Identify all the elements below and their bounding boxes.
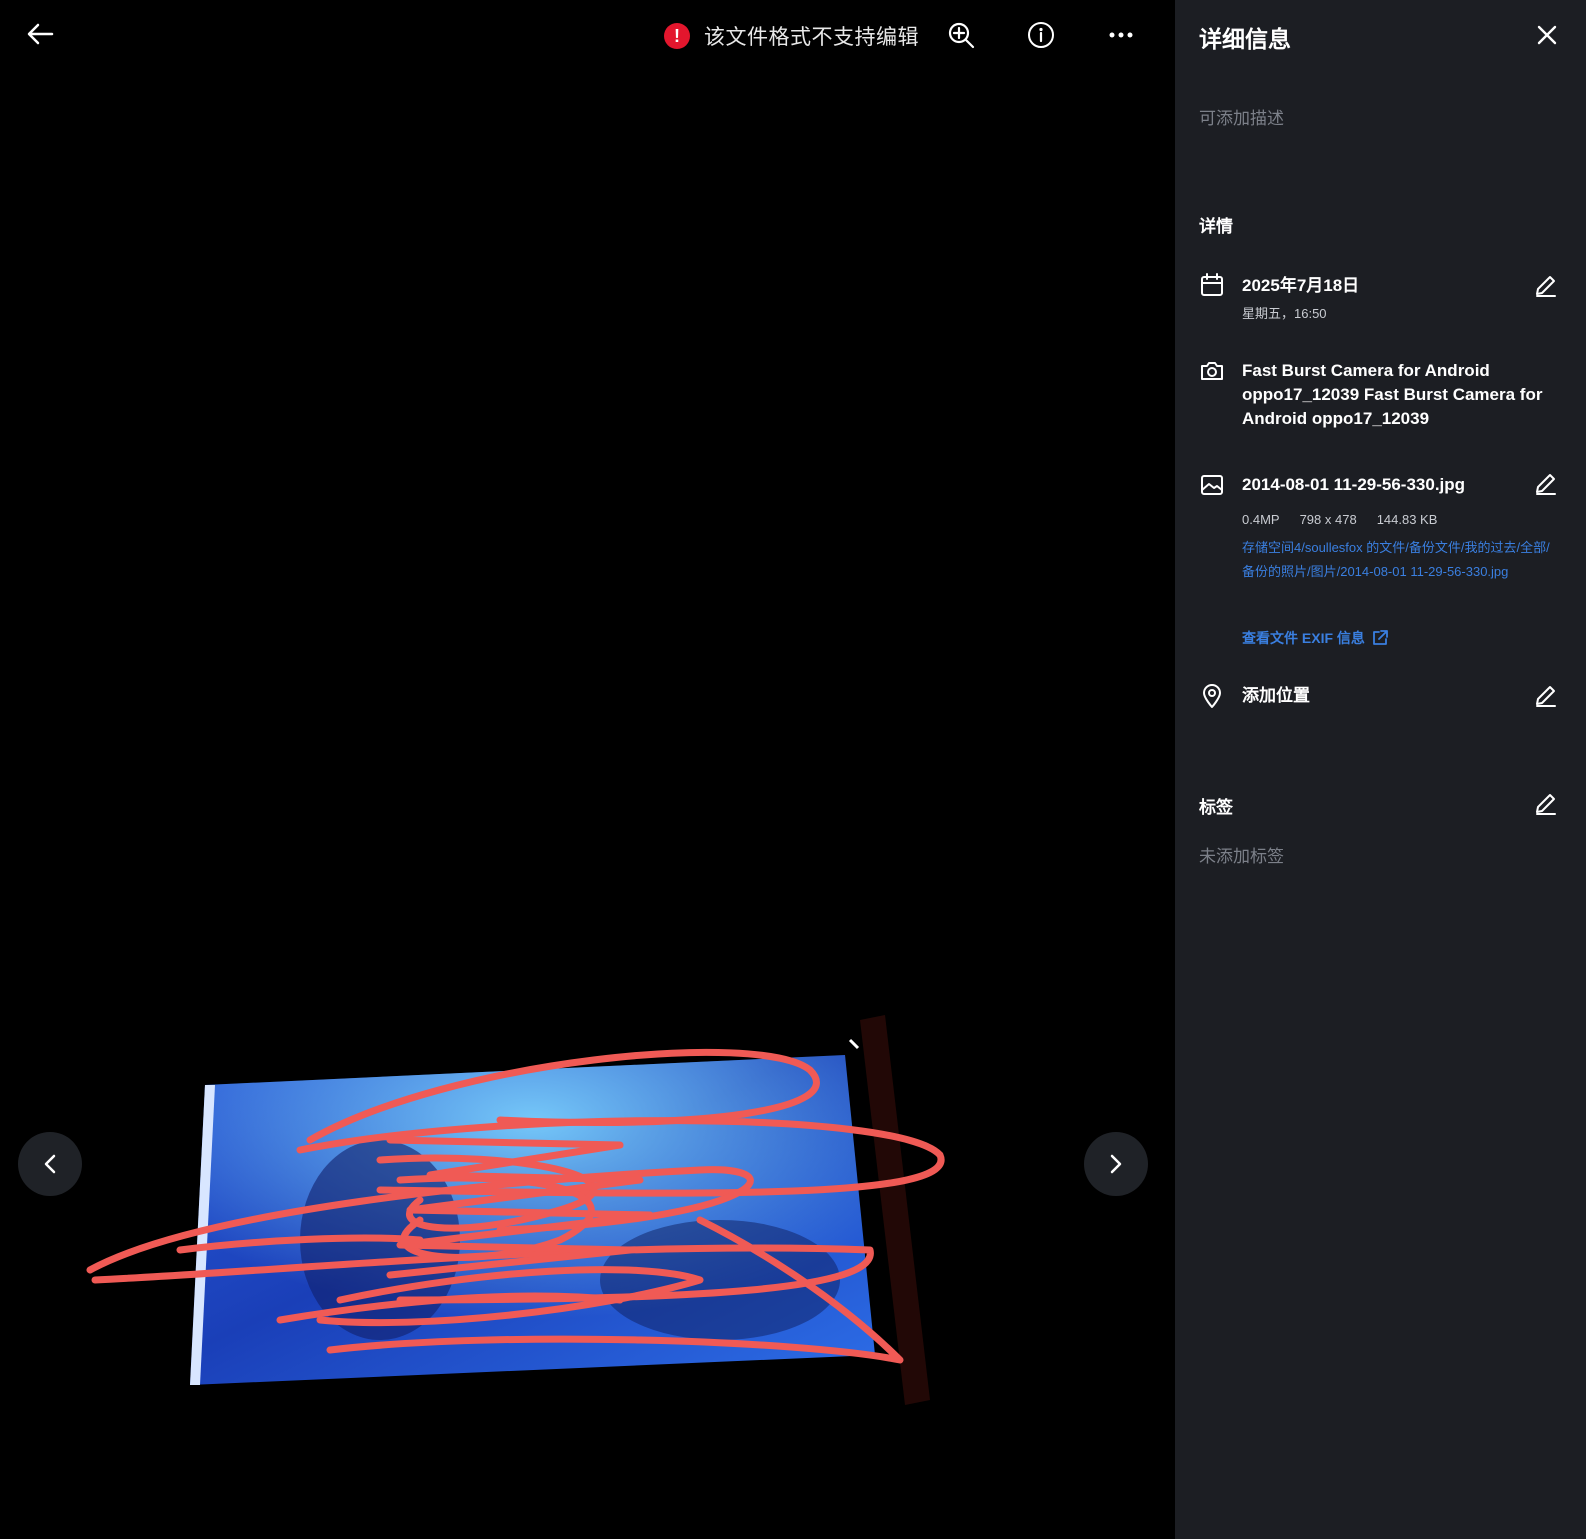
- exif-link-label: 查看文件 EXIF 信息: [1242, 630, 1365, 646]
- add-location-button[interactable]: 添加位置: [1242, 684, 1310, 708]
- more-icon: [1109, 32, 1133, 38]
- photo-viewer: ! 该文件格式不支持编辑: [0, 0, 1175, 1539]
- camera-line-2: oppo17_12039 Fast Burst Camera for: [1242, 385, 1543, 404]
- file-megapixels: 0.4MP: [1242, 512, 1280, 527]
- image-icon: [1201, 475, 1223, 495]
- more-button[interactable]: [1104, 18, 1138, 52]
- location-pin-icon: [1203, 684, 1221, 708]
- tags-placeholder: 未添加标签: [1199, 847, 1284, 866]
- edit-pencil-icon[interactable]: [1533, 682, 1559, 708]
- error-toast: ! 该文件格式不支持编辑: [664, 22, 919, 50]
- edit-pencil-icon[interactable]: [1533, 790, 1559, 816]
- previous-photo-button[interactable]: [18, 1132, 82, 1196]
- file-size: 144.83 KB: [1376, 512, 1438, 527]
- file-resolution: 798 x 478: [1299, 512, 1357, 527]
- error-icon: !: [664, 23, 690, 49]
- edit-pencil-icon[interactable]: [1533, 272, 1559, 298]
- info-button[interactable]: [1024, 18, 1058, 52]
- date-sub: 星期五，16:50: [1242, 306, 1327, 321]
- camera-icon: [1201, 362, 1223, 380]
- calendar-icon: [1201, 273, 1223, 296]
- file-name: 2014-08-01 11-29-56-330.jpg: [1242, 475, 1466, 494]
- close-icon: [1537, 25, 1557, 45]
- back-button[interactable]: [22, 16, 58, 52]
- tags-heading: 标签: [1199, 798, 1233, 817]
- error-toast-message: 该文件格式不支持编辑: [704, 26, 919, 49]
- back-arrow-icon: [27, 23, 54, 45]
- close-panel-button[interactable]: [1532, 20, 1562, 50]
- details-panel: 详细信息 可添加描述 详情 2025年7月18日 星期五，16:50 Fast …: [1175, 0, 1586, 1539]
- photo-image: [86, 1015, 945, 1405]
- file-path-link[interactable]: 存储空间4/soullesfox 的文件/备份文件/我的过去/全部/备份的照片/…: [1242, 536, 1562, 584]
- zoom-in-button[interactable]: [944, 18, 978, 52]
- camera-line-3: Android oppo17_12039: [1242, 409, 1430, 428]
- external-link-icon: [1373, 630, 1388, 645]
- zoom-in-icon: [948, 22, 975, 49]
- date-main: 2025年7月18日: [1242, 276, 1360, 295]
- camera-line-1: Fast Burst Camera for Android: [1242, 361, 1490, 380]
- exif-link[interactable]: 查看文件 EXIF 信息: [1242, 628, 1389, 648]
- chevron-right-icon: [1110, 1154, 1122, 1174]
- description-input[interactable]: 可添加描述: [1199, 104, 1284, 129]
- details-heading: 详情: [1199, 217, 1233, 236]
- chevron-left-icon: [44, 1154, 56, 1174]
- file-specs: 0.4MP 798 x 478 144.83 KB: [1242, 512, 1437, 527]
- info-icon: [1028, 22, 1054, 48]
- edit-pencil-icon[interactable]: [1533, 470, 1559, 496]
- next-photo-button[interactable]: [1084, 1132, 1148, 1196]
- panel-title: 详细信息: [1199, 26, 1291, 52]
